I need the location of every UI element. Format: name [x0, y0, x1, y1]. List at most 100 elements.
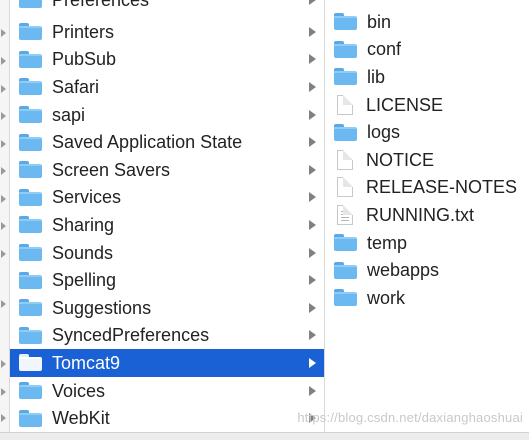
item-label: Screen Savers — [52, 159, 171, 180]
folder-icon — [334, 13, 357, 31]
chevron-right-icon — [309, 26, 316, 37]
chevron-right-icon — [309, 192, 316, 203]
list-item[interactable]: Suggestions — [10, 294, 324, 322]
folder-icon — [19, 188, 42, 206]
chevron-right-icon — [1, 195, 6, 203]
item-label: Spelling — [52, 270, 117, 291]
item-label: work — [367, 287, 406, 308]
list-item[interactable]: NOTICE — [325, 146, 529, 174]
item-label: WebKit — [52, 408, 110, 429]
folder-icon — [19, 382, 42, 400]
list-item[interactable]: Sounds — [10, 239, 324, 267]
item-label: PubSub — [52, 49, 117, 70]
item-label: Saved Application State — [52, 132, 243, 153]
list-item[interactable]: Spelling — [10, 266, 324, 294]
folder-icon — [334, 234, 357, 252]
list-item[interactable]: bin — [325, 8, 529, 36]
list-item[interactable]: conf — [325, 36, 529, 64]
folder-icon — [19, 216, 42, 234]
folder-icon — [19, 244, 42, 262]
folder-icon — [334, 40, 357, 58]
list-item[interactable]: SyncedPreferences — [10, 322, 324, 350]
item-label: RUNNING.txt — [366, 204, 474, 225]
list-item[interactable]: Saved Application State — [10, 128, 324, 156]
item-label: Sharing — [52, 214, 115, 235]
list-item[interactable]: Preferences — [10, 0, 324, 14]
list-item[interactable]: webapps — [325, 256, 529, 284]
chevron-right-icon — [309, 0, 316, 5]
list-item[interactable]: Printers — [10, 18, 324, 46]
chevron-right-icon — [309, 385, 316, 396]
chevron-right-icon — [309, 219, 316, 230]
item-label: Preferences — [52, 0, 149, 9]
item-label: conf — [367, 39, 402, 60]
folder-icon — [334, 289, 357, 307]
folder-icon — [19, 271, 42, 289]
list-item[interactable]: lib — [325, 63, 529, 91]
chevron-right-icon — [309, 137, 316, 148]
list-item[interactable]: RUNNING.txt — [325, 201, 529, 229]
list-item[interactable]: WebKit — [10, 404, 324, 432]
folder-icon — [19, 106, 42, 124]
list-item[interactable]: logs — [325, 118, 529, 146]
previous-column-edge[interactable] — [0, 0, 10, 439]
list-item[interactable]: Safari — [10, 73, 324, 101]
folder-icon — [19, 161, 42, 179]
list-item[interactable]: Voices — [10, 377, 324, 405]
item-label: sapi — [52, 104, 86, 125]
item-label: LICENSE — [366, 94, 444, 115]
list-item[interactable]: Sharing — [10, 211, 324, 239]
folder-icon — [19, 23, 42, 41]
list-item[interactable]: PubSub — [10, 46, 324, 74]
document-icon — [337, 149, 353, 170]
folder-icon — [19, 326, 42, 344]
list-item[interactable]: Services — [10, 184, 324, 212]
chevron-right-icon — [1, 57, 6, 65]
folder-icon — [19, 78, 42, 96]
chevron-right-icon — [309, 81, 316, 92]
item-label: Services — [52, 187, 122, 208]
item-label: Voices — [52, 380, 106, 401]
list-item[interactable]: RELEASE-NOTES — [325, 174, 529, 202]
folder-icon — [19, 0, 42, 9]
chevron-right-icon — [1, 360, 6, 368]
document-icon — [337, 177, 353, 198]
folder-icon — [334, 68, 357, 86]
list-item[interactable]: LICENSE — [325, 91, 529, 119]
folder-column: Preferences Printers PubSub Safari sapi … — [10, 0, 325, 432]
list-item[interactable]: temp — [325, 229, 529, 257]
chevron-right-icon — [1, 85, 6, 93]
folder-icon — [19, 354, 42, 372]
chevron-right-icon — [1, 112, 6, 120]
chevron-right-icon — [309, 302, 316, 313]
item-label: temp — [367, 232, 408, 253]
item-label: webapps — [367, 260, 440, 281]
item-label: Suggestions — [52, 297, 152, 318]
item-label: Safari — [52, 76, 100, 97]
list-item-selected[interactable]: Tomcat9 — [10, 349, 324, 377]
item-label: Printers — [52, 21, 115, 42]
watermark-text: https://blog.csdn.net/daxianghaoshuai — [297, 410, 523, 425]
chevron-right-icon — [309, 54, 316, 65]
chevron-right-icon — [309, 247, 316, 258]
chevron-right-icon — [1, 414, 6, 422]
folder-icon — [19, 409, 42, 427]
item-label: SyncedPreferences — [52, 325, 210, 346]
folder-icon — [334, 123, 357, 141]
item-label: bin — [367, 11, 392, 32]
chevron-right-icon — [309, 164, 316, 175]
tomcat9-contents-column: bin conf lib LICENSE logs NOTICE RELEASE… — [325, 0, 529, 432]
list-item[interactable]: Screen Savers — [10, 156, 324, 184]
chevron-right-icon — [309, 357, 316, 368]
list-item[interactable]: work — [325, 284, 529, 312]
folder-icon — [19, 133, 42, 151]
list-item[interactable]: sapi — [10, 101, 324, 129]
chevron-right-icon — [309, 330, 316, 341]
item-label: logs — [367, 122, 401, 143]
folder-icon — [334, 261, 357, 279]
folder-icon — [19, 299, 42, 317]
folder-icon — [19, 50, 42, 68]
item-label: lib — [367, 66, 386, 87]
item-label: Tomcat9 — [52, 352, 121, 373]
item-label: RELEASE-NOTES — [366, 177, 518, 198]
